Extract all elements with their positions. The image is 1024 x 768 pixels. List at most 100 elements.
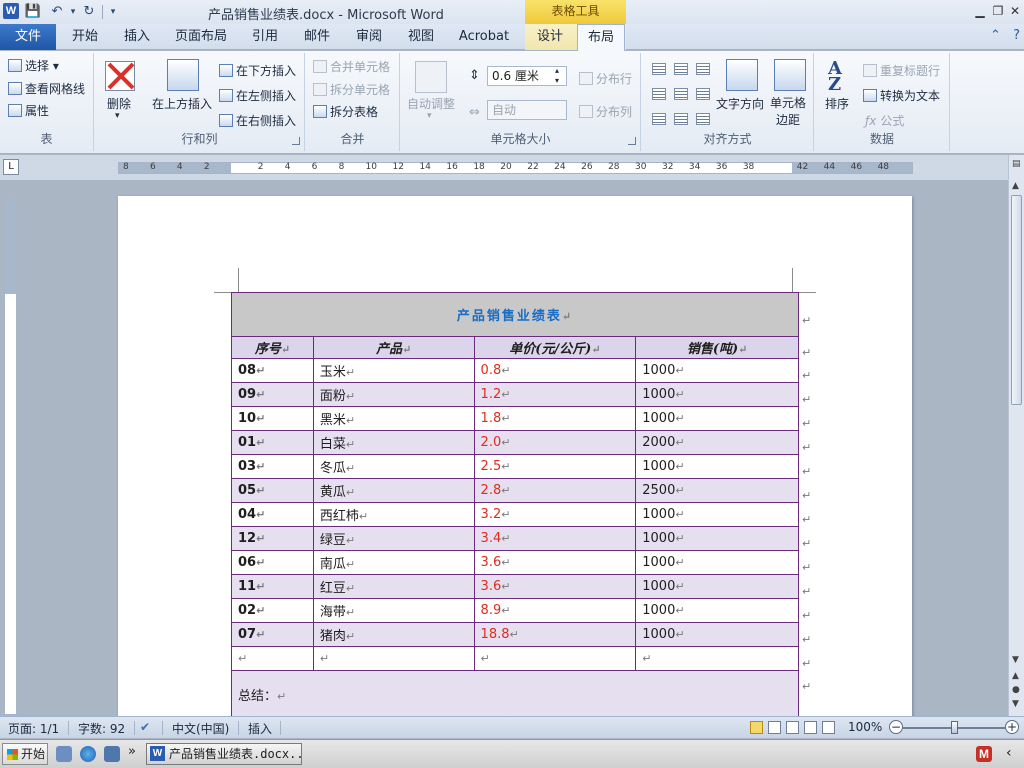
cell-id[interactable]: 08↵	[231, 358, 314, 383]
full-screen-reading-view-icon[interactable]	[768, 721, 781, 734]
empty-cell[interactable]: ↵	[473, 646, 637, 671]
insert-below-button[interactable]: 在下方插入	[219, 62, 296, 79]
cell-sales[interactable]: 1000↵	[635, 550, 799, 575]
show-desktop-icon[interactable]	[56, 746, 72, 762]
cell-price[interactable]: 2.0↵	[473, 430, 637, 455]
insert-above-icon[interactable]	[167, 59, 199, 91]
cell-id[interactable]: 12↵	[231, 526, 314, 551]
table-title-cell[interactable]: 产品销售业绩表↵	[231, 292, 799, 337]
tab-home[interactable]: 开始	[62, 24, 108, 50]
tab-file[interactable]: 文件	[0, 24, 56, 50]
align-middle-right-icon[interactable]	[696, 88, 710, 100]
taskbar-word-window-button[interactable]: 产品销售业绩表.docx...	[146, 743, 302, 765]
tab-review[interactable]: 审阅	[346, 24, 392, 50]
cell-sales[interactable]: 1000↵	[635, 382, 799, 407]
cell-price[interactable]: 3.2↵	[473, 502, 637, 527]
properties-button[interactable]: 属性	[8, 102, 49, 119]
cell-product[interactable]: 黑米↵	[312, 406, 475, 431]
cell-sales[interactable]: 1000↵	[635, 358, 799, 383]
cell-price[interactable]: 18.8↵	[473, 622, 637, 647]
text-direction-icon[interactable]	[726, 59, 758, 91]
help-icon[interactable]: ?	[1013, 28, 1020, 43]
cell-price[interactable]: 0.8↵	[473, 358, 637, 383]
web-layout-view-icon[interactable]	[786, 721, 799, 734]
rows-columns-launcher-icon[interactable]	[292, 137, 300, 145]
cell-product[interactable]: 白菜↵	[312, 430, 475, 455]
header-cell-sales[interactable]: 销售(吨)↵	[635, 336, 799, 359]
header-cell-product[interactable]: 产品↵	[312, 336, 475, 359]
redo-icon[interactable]: ↻	[80, 3, 98, 21]
cell-sales[interactable]: 1000↵	[635, 526, 799, 551]
summary-cell[interactable]: 总结：↵	[231, 670, 799, 716]
tab-stop-selector[interactable]: L	[3, 159, 19, 175]
document-page[interactable]: 产品销售业绩表↵ 序号↵ 产品↵ 单价(元/公斤)↵ 销售(吨)↵ 08↵ 玉米↵…	[118, 196, 912, 716]
document-area[interactable]: 产品销售业绩表↵ 序号↵ 产品↵ 单价(元/公斤)↵ 销售(吨)↵ 08↵ 玉米↵…	[22, 180, 1008, 716]
cell-id[interactable]: 11↵	[231, 574, 314, 599]
save-icon[interactable]: 💾	[24, 3, 42, 21]
zoom-level[interactable]: 100%	[848, 720, 882, 734]
autofit-button[interactable]: 自动调整	[407, 95, 455, 112]
minimize-icon[interactable]: ▁	[972, 3, 988, 19]
sort-button[interactable]: 排序	[825, 95, 849, 112]
customize-quick-access-icon[interactable]: ▾	[104, 3, 122, 21]
autofit-dropdown-icon[interactable]: ▾	[427, 111, 432, 121]
cell-product[interactable]: 猪肉↵	[312, 622, 475, 647]
insert-right-button[interactable]: 在右侧插入	[219, 112, 296, 129]
browse-object-icon[interactable]: ●	[1012, 685, 1020, 695]
ruler-toggle-icon[interactable]: ▤	[1012, 159, 1021, 169]
column-width-spinner[interactable]: 自动	[487, 100, 567, 120]
tab-insert[interactable]: 插入	[114, 24, 160, 50]
distribute-columns-button[interactable]: 分布列	[579, 103, 632, 120]
scrollbar-thumb[interactable]	[1011, 195, 1022, 405]
tab-mailings[interactable]: 邮件	[294, 24, 340, 50]
select-button[interactable]: 选择 ▾	[8, 57, 59, 74]
horizontal-ruler[interactable]: 8 6 4 2 2 4 6 8 10 12 14 16 18 20 22 24 26 28 30 32 34 36 38 42…	[118, 162, 913, 174]
split-cells-button[interactable]: 拆分单元格	[313, 81, 390, 98]
proofing-icon[interactable]: ✔	[140, 720, 150, 734]
cell-price[interactable]: 8.9↵	[473, 598, 637, 623]
align-middle-left-icon[interactable]	[652, 88, 666, 100]
page-count[interactable]: 页面: 1/1	[8, 720, 59, 737]
zoom-in-icon[interactable]: +	[1005, 720, 1019, 734]
draft-view-icon[interactable]	[822, 721, 835, 734]
cell-margins-button[interactable]: 单元格边距	[768, 95, 808, 129]
cell-product[interactable]: 南瓜↵	[312, 550, 475, 575]
vertical-scrollbar[interactable]: ▤ ▲ ▼ ▲ ● ▼	[1008, 155, 1024, 716]
quick-launch-overflow-icon[interactable]: »	[128, 744, 136, 759]
cell-product[interactable]: 玉米↵	[312, 358, 475, 383]
cell-product[interactable]: 黄瓜↵	[312, 478, 475, 503]
previous-page-icon[interactable]: ▲	[1012, 671, 1019, 681]
cell-id[interactable]: 09↵	[231, 382, 314, 407]
cell-price[interactable]: 3.6↵	[473, 550, 637, 575]
next-page-icon[interactable]: ▼	[1012, 699, 1019, 709]
tray-expand-icon[interactable]: ‹	[1006, 745, 1012, 761]
distribute-rows-button[interactable]: 分布行	[579, 70, 632, 87]
cell-id[interactable]: 01↵	[231, 430, 314, 455]
align-bottom-left-icon[interactable]	[652, 113, 666, 125]
internet-explorer-icon[interactable]	[80, 746, 96, 762]
sales-table[interactable]: 产品销售业绩表↵ 序号↵ 产品↵ 单价(元/公斤)↵ 销售(吨)↵ 08↵ 玉米↵…	[231, 292, 799, 716]
cell-sales[interactable]: 1000↵	[635, 622, 799, 647]
language-indicator[interactable]: 中文(中国)	[172, 720, 229, 737]
cell-id[interactable]: 05↵	[231, 478, 314, 503]
zoom-out-icon[interactable]: −	[889, 720, 903, 734]
row-height-spin-arrows[interactable]: ▴ ▾	[555, 66, 559, 86]
header-cell-id[interactable]: 序号↵	[231, 336, 314, 359]
insert-above-button[interactable]: 在上方插入	[152, 95, 212, 112]
cell-margins-icon[interactable]	[774, 59, 806, 91]
cell-id[interactable]: 06↵	[231, 550, 314, 575]
cell-size-launcher-icon[interactable]	[628, 137, 636, 145]
delete-table-icon[interactable]	[105, 61, 135, 91]
cell-product[interactable]: 西红柿↵	[312, 502, 475, 527]
cell-price[interactable]: 3.4↵	[473, 526, 637, 551]
vertical-ruler[interactable]	[4, 197, 17, 715]
header-cell-price[interactable]: 单价(元/公斤)↵	[473, 336, 637, 359]
align-bottom-center-icon[interactable]	[674, 113, 688, 125]
align-top-center-icon[interactable]	[674, 63, 688, 75]
tray-app-icon[interactable]: M	[976, 746, 992, 762]
align-top-left-icon[interactable]	[652, 63, 666, 75]
cell-price[interactable]: 2.8↵	[473, 478, 637, 503]
quick-launch-icon[interactable]	[104, 746, 120, 762]
split-table-button[interactable]: 拆分表格	[313, 103, 378, 120]
cell-id[interactable]: 04↵	[231, 502, 314, 527]
